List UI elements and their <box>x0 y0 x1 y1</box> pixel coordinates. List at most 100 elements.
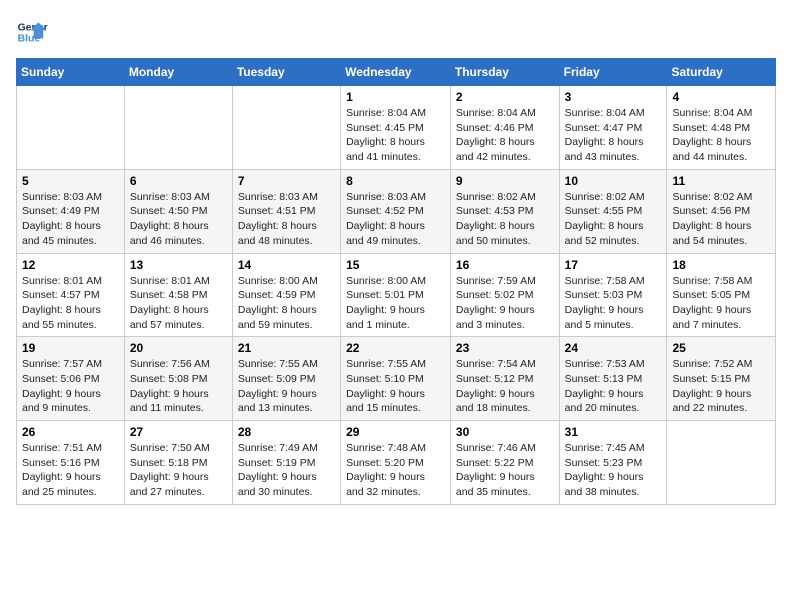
calendar-cell: 29Sunrise: 7:48 AMSunset: 5:20 PMDayligh… <box>341 421 451 505</box>
day-number: 13 <box>130 258 227 272</box>
day-number: 3 <box>565 90 662 104</box>
calendar-cell: 4 Sunrise: 8:04 AMSunset: 4:48 PMDaylight… <box>667 86 776 170</box>
calendar-cell: 18 Sunrise: 7:58 AMSunset: 5:05 PMDayligh… <box>667 253 776 337</box>
day-number: 25 <box>672 341 770 355</box>
day-info: Sunrise: 7:53 AMSunset: 5:13 PMDaylight:… <box>565 357 662 416</box>
day-number: 10 <box>565 174 662 188</box>
day-number: 26 <box>22 425 119 439</box>
calendar-cell: 30 Sunrise: 7:46 AMSunset: 5:22 PMDayligh… <box>450 421 559 505</box>
day-number: 6 <box>130 174 227 188</box>
day-number: 22 <box>346 341 445 355</box>
day-info: Sunrise: 7:59 AMSunset: 5:02 PMDaylight:… <box>456 274 554 333</box>
day-number: 5 <box>22 174 119 188</box>
day-info: Sunrise: 8:03 AMSunset: 4:49 PMDaylight:… <box>22 190 119 249</box>
calendar-cell <box>232 86 340 170</box>
calendar-cell: 22 Sunrise: 7:55 AMSunset: 5:10 PMDayligh… <box>341 337 451 421</box>
logo: General Blue <box>16 16 52 48</box>
weekday-header-tuesday: Tuesday <box>232 59 340 86</box>
day-info: Sunrise: 8:01 AMSunset: 4:58 PMDaylight:… <box>130 274 227 333</box>
day-info: Sunrise: 8:04 AMSunset: 4:48 PMDaylight:… <box>672 106 770 165</box>
calendar-cell: 10 Sunrise: 8:02 AMSunset: 4:55 PMDayligh… <box>559 169 667 253</box>
calendar-cell <box>124 86 232 170</box>
day-number: 7 <box>238 174 335 188</box>
calendar-cell: 6Sunrise: 8:03 AMSunset: 4:50 PMDaylight… <box>124 169 232 253</box>
day-info: Sunrise: 7:50 AMSunset: 5:18 PMDaylight:… <box>130 441 227 500</box>
calendar-cell: 7 Sunrise: 8:03 AMSunset: 4:51 PMDaylight… <box>232 169 340 253</box>
calendar-cell: 20 Sunrise: 7:56 AMSunset: 5:08 PMDayligh… <box>124 337 232 421</box>
day-number: 17 <box>565 258 662 272</box>
weekday-header-sunday: Sunday <box>17 59 125 86</box>
day-info: Sunrise: 7:58 AMSunset: 5:05 PMDaylight:… <box>672 274 770 333</box>
calendar-cell: 17Sunrise: 7:58 AMSunset: 5:03 PMDayligh… <box>559 253 667 337</box>
calendar-cell: 24 Sunrise: 7:53 AMSunset: 5:13 PMDayligh… <box>559 337 667 421</box>
day-info: Sunrise: 8:03 AMSunset: 4:52 PMDaylight:… <box>346 190 445 249</box>
day-number: 4 <box>672 90 770 104</box>
calendar-cell: 2 Sunrise: 8:04 AMSunset: 4:46 PMDaylight… <box>450 86 559 170</box>
day-number: 20 <box>130 341 227 355</box>
day-number: 11 <box>672 174 770 188</box>
day-info: Sunrise: 7:45 AMSunset: 5:23 PMDaylight:… <box>565 441 662 500</box>
calendar-week-5: 26 Sunrise: 7:51 AMSunset: 5:16 PMDayligh… <box>17 421 776 505</box>
calendar-cell: 26 Sunrise: 7:51 AMSunset: 5:16 PMDayligh… <box>17 421 125 505</box>
calendar-cell: 21 Sunrise: 7:55 AMSunset: 5:09 PMDayligh… <box>232 337 340 421</box>
logo-icon: General Blue <box>16 16 48 48</box>
calendar-week-4: 19 Sunrise: 7:57 AMSunset: 5:06 PMDayligh… <box>17 337 776 421</box>
day-info: Sunrise: 8:00 AMSunset: 4:59 PMDaylight:… <box>238 274 335 333</box>
day-number: 8 <box>346 174 445 188</box>
day-number: 15 <box>346 258 445 272</box>
calendar-cell: 31 Sunrise: 7:45 AMSunset: 5:23 PMDayligh… <box>559 421 667 505</box>
weekday-header-friday: Friday <box>559 59 667 86</box>
calendar-week-3: 12Sunrise: 8:01 AMSunset: 4:57 PMDayligh… <box>17 253 776 337</box>
day-info: Sunrise: 8:02 AMSunset: 4:55 PMDaylight:… <box>565 190 662 249</box>
calendar-week-1: 1Sunrise: 8:04 AMSunset: 4:45 PMDaylight… <box>17 86 776 170</box>
day-info: Sunrise: 7:52 AMSunset: 5:15 PMDaylight:… <box>672 357 770 416</box>
calendar-cell: 11Sunrise: 8:02 AMSunset: 4:56 PMDayligh… <box>667 169 776 253</box>
weekday-header-monday: Monday <box>124 59 232 86</box>
calendar-cell <box>667 421 776 505</box>
calendar-cell: 8 Sunrise: 8:03 AMSunset: 4:52 PMDaylight… <box>341 169 451 253</box>
calendar-cell: 25 Sunrise: 7:52 AMSunset: 5:15 PMDayligh… <box>667 337 776 421</box>
day-number: 14 <box>238 258 335 272</box>
day-info: Sunrise: 7:46 AMSunset: 5:22 PMDaylight:… <box>456 441 554 500</box>
day-number: 9 <box>456 174 554 188</box>
header: General Blue <box>16 16 776 48</box>
calendar-cell: 12Sunrise: 8:01 AMSunset: 4:57 PMDayligh… <box>17 253 125 337</box>
day-info: Sunrise: 7:51 AMSunset: 5:16 PMDaylight:… <box>22 441 119 500</box>
day-number: 23 <box>456 341 554 355</box>
day-info: Sunrise: 8:03 AMSunset: 4:51 PMDaylight:… <box>238 190 335 249</box>
day-number: 30 <box>456 425 554 439</box>
calendar-cell: 3Sunrise: 8:04 AMSunset: 4:47 PMDaylight… <box>559 86 667 170</box>
day-number: 29 <box>346 425 445 439</box>
calendar-cell: 5 Sunrise: 8:03 AMSunset: 4:49 PMDaylight… <box>17 169 125 253</box>
weekday-header-wednesday: Wednesday <box>341 59 451 86</box>
day-info: Sunrise: 7:55 AMSunset: 5:09 PMDaylight:… <box>238 357 335 416</box>
day-number: 24 <box>565 341 662 355</box>
day-info: Sunrise: 7:56 AMSunset: 5:08 PMDaylight:… <box>130 357 227 416</box>
day-number: 27 <box>130 425 227 439</box>
calendar-cell: 16Sunrise: 7:59 AMSunset: 5:02 PMDayligh… <box>450 253 559 337</box>
day-number: 2 <box>456 90 554 104</box>
calendar-cell: 19 Sunrise: 7:57 AMSunset: 5:06 PMDayligh… <box>17 337 125 421</box>
calendar-cell: 9 Sunrise: 8:02 AMSunset: 4:53 PMDaylight… <box>450 169 559 253</box>
day-info: Sunrise: 7:49 AMSunset: 5:19 PMDaylight:… <box>238 441 335 500</box>
day-info: Sunrise: 7:54 AMSunset: 5:12 PMDaylight:… <box>456 357 554 416</box>
page-container: General Blue SundayMondayTuesdayWednesda… <box>0 0 792 517</box>
calendar-week-2: 5 Sunrise: 8:03 AMSunset: 4:49 PMDaylight… <box>17 169 776 253</box>
calendar-table: SundayMondayTuesdayWednesdayThursdayFrid… <box>16 58 776 505</box>
day-number: 21 <box>238 341 335 355</box>
weekday-header-row: SundayMondayTuesdayWednesdayThursdayFrid… <box>17 59 776 86</box>
day-number: 19 <box>22 341 119 355</box>
calendar-cell: 13 Sunrise: 8:01 AMSunset: 4:58 PMDayligh… <box>124 253 232 337</box>
day-info: Sunrise: 8:01 AMSunset: 4:57 PMDaylight:… <box>22 274 119 333</box>
day-info: Sunrise: 7:57 AMSunset: 5:06 PMDaylight:… <box>22 357 119 416</box>
calendar-cell: 14 Sunrise: 8:00 AMSunset: 4:59 PMDayligh… <box>232 253 340 337</box>
day-number: 31 <box>565 425 662 439</box>
day-number: 28 <box>238 425 335 439</box>
calendar-cell: 1Sunrise: 8:04 AMSunset: 4:45 PMDaylight… <box>341 86 451 170</box>
calendar-cell: 15Sunrise: 8:00 AMSunset: 5:01 PMDayligh… <box>341 253 451 337</box>
day-info: Sunrise: 8:04 AMSunset: 4:46 PMDaylight:… <box>456 106 554 165</box>
day-info: Sunrise: 8:02 AMSunset: 4:53 PMDaylight:… <box>456 190 554 249</box>
day-info: Sunrise: 8:04 AMSunset: 4:45 PMDaylight:… <box>346 106 445 165</box>
day-info: Sunrise: 7:55 AMSunset: 5:10 PMDaylight:… <box>346 357 445 416</box>
day-number: 18 <box>672 258 770 272</box>
